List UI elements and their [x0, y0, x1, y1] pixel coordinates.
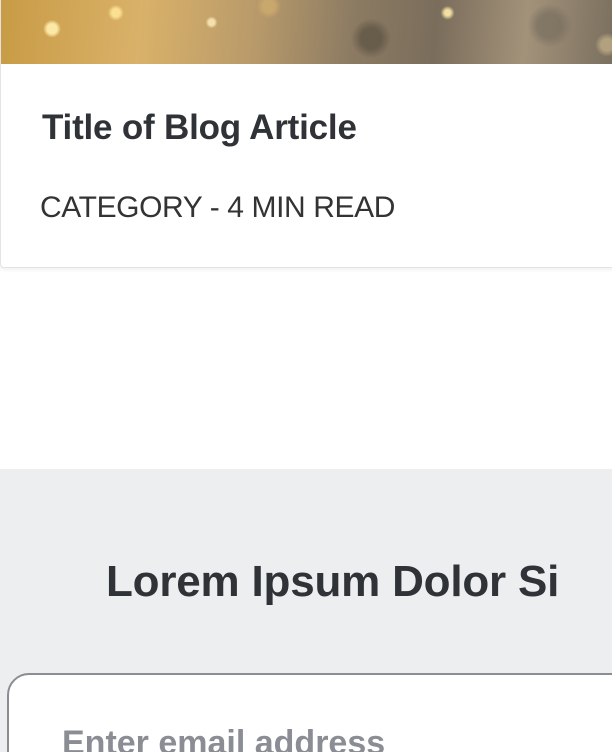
blog-card-meta: CATEGORY - 4 MIN READ: [40, 191, 395, 224]
email-field[interactable]: [7, 673, 612, 752]
newsletter-section: Lorem Ipsum Dolor Si: [0, 469, 612, 752]
page: Title of Blog Article CATEGORY - 4 MIN R…: [0, 0, 612, 752]
newsletter-heading: Lorem Ipsum Dolor Si: [106, 557, 560, 606]
blog-card-title[interactable]: Title of Blog Article: [42, 108, 357, 148]
blog-card-image: [1, 0, 612, 64]
blog-card[interactable]: Title of Blog Article CATEGORY - 4 MIN R…: [0, 0, 612, 268]
